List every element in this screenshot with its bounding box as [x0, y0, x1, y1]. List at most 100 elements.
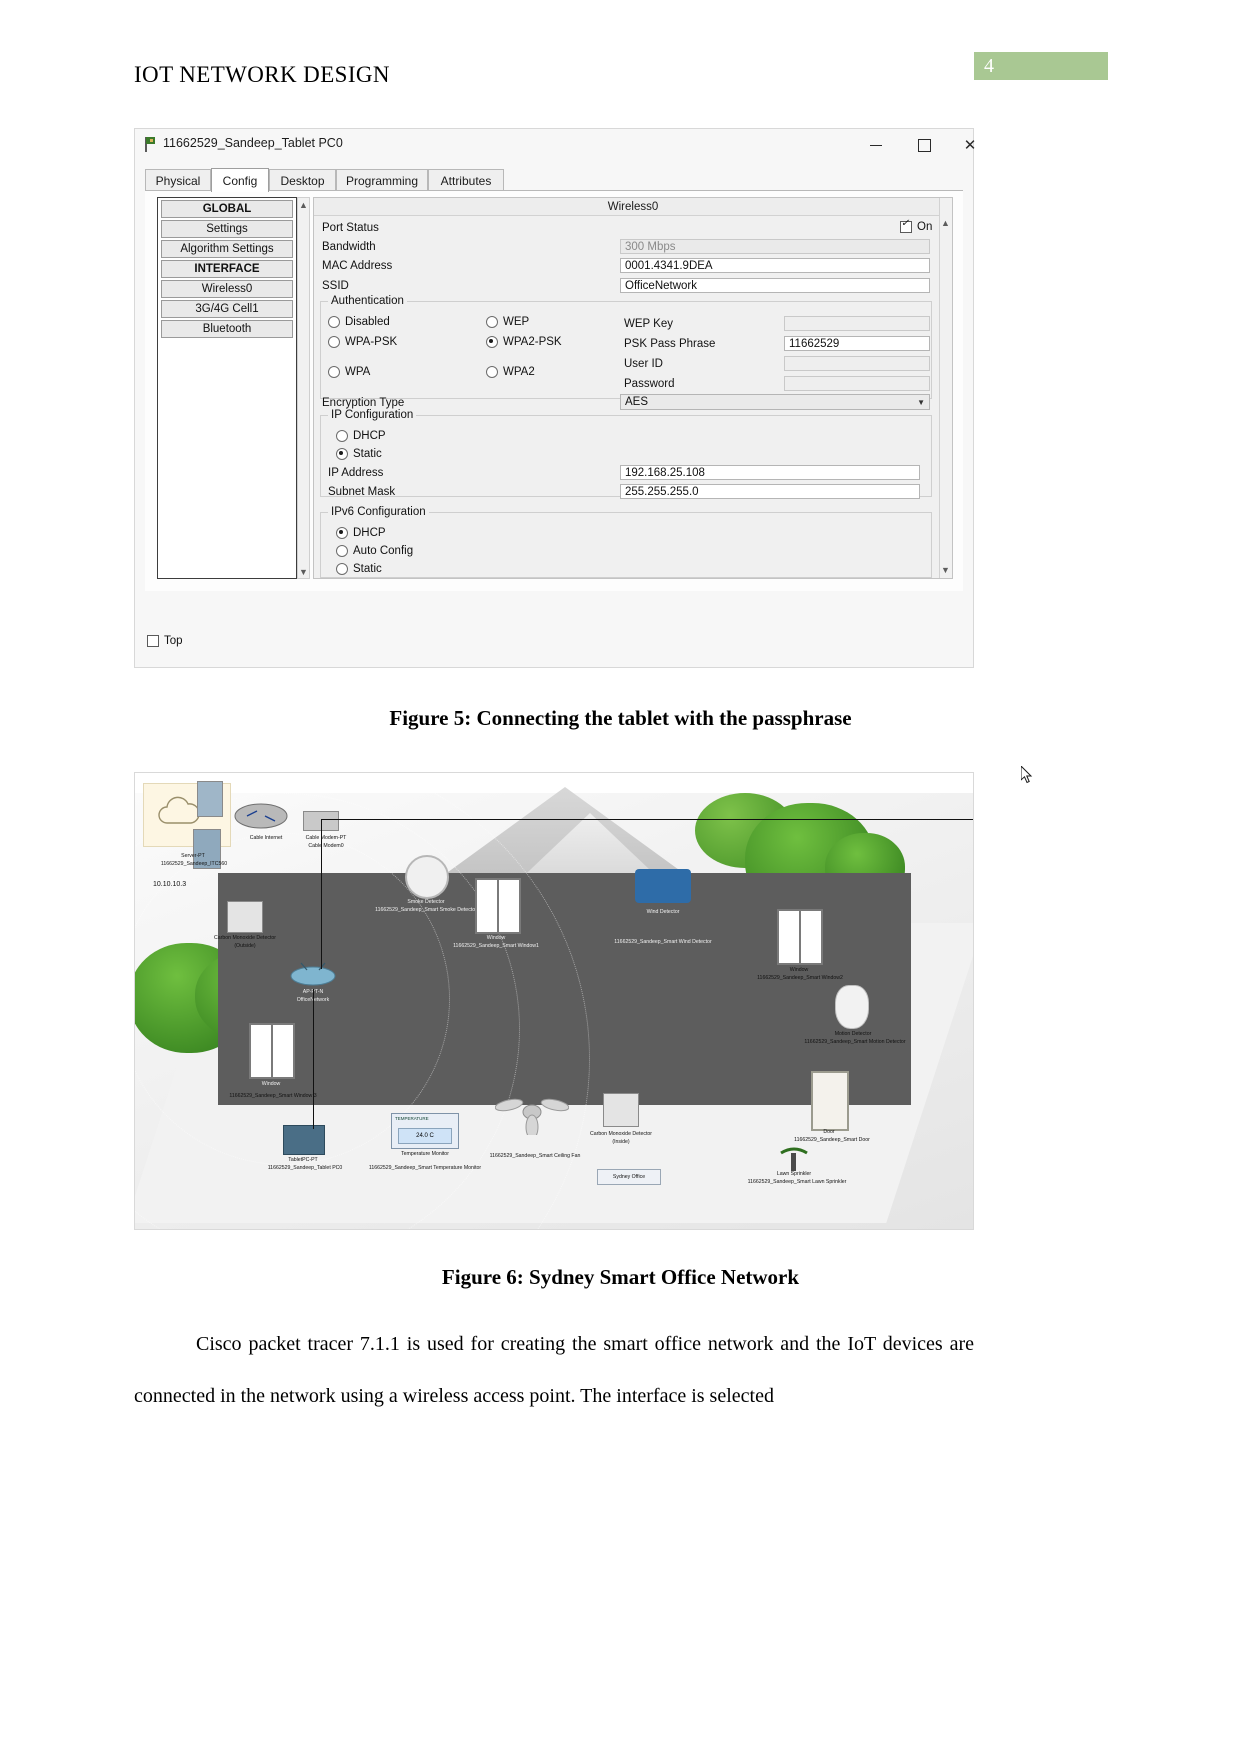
user-id-field: [784, 356, 930, 371]
ip-radio-static-label: Static: [353, 448, 382, 460]
encryption-type-select[interactable]: AES ▼: [620, 394, 930, 410]
label-window-1: Window: [486, 935, 506, 941]
body-paragraph-text: Cisco packet tracer 7.1.1 is used for cr…: [134, 1333, 974, 1407]
temperature-monitor-reading: 24.0 C: [398, 1128, 452, 1144]
chevron-down-icon[interactable]: ▼: [940, 564, 951, 576]
ip-address-label: IP Address: [328, 467, 384, 479]
ceiling-fan-icon: [495, 1098, 569, 1135]
tab-physical[interactable]: Physical: [145, 169, 211, 191]
page-title: IOT NETWORK DESIGN: [134, 62, 390, 87]
tab-config[interactable]: Config: [211, 168, 269, 192]
maximize-button[interactable]: [901, 129, 947, 161]
auth-radio-wpa2-label: WPA2: [503, 366, 535, 378]
auth-radio-wpa2-psk-label: WPA2-PSK: [503, 336, 562, 348]
sidebar-item-wireless0[interactable]: Wireless0: [161, 280, 293, 298]
sidebar-item-3g4g-cell1[interactable]: 3G/4G Cell1: [161, 300, 293, 318]
auth-radio-wpa2[interactable]: WPA2: [486, 366, 535, 378]
psk-pass-phrase-field[interactable]: 11662529: [784, 336, 930, 351]
ipv6-radio-auto-config[interactable]: Auto Config: [336, 545, 413, 557]
auth-radio-wpa[interactable]: WPA: [328, 366, 370, 378]
port-status-on-checkbox[interactable]: On: [900, 218, 932, 233]
wep-key-label: WEP Key: [624, 318, 673, 330]
label-wind-detector: Wind Detector: [646, 909, 680, 915]
router-cloud-icon: [234, 803, 288, 829]
label-temperature-monitor: Temperature Monitor: [401, 1151, 449, 1157]
wind-detector-icon: [635, 869, 691, 903]
sidebar-scrollbar[interactable]: ▲ ▼: [297, 197, 310, 579]
smart-door-icon: [811, 1071, 849, 1131]
window-titlebar: 11662529_Sandeep_Tablet PC0 ✕: [135, 129, 976, 161]
auth-radio-wep[interactable]: WEP: [486, 316, 529, 328]
chevron-up-icon[interactable]: ▲: [298, 199, 309, 211]
label-window-3: Window: [261, 1081, 281, 1087]
checkbox-box: [900, 218, 912, 233]
bandwidth-label: Bandwidth: [322, 241, 376, 253]
ipv6-radio-dhcp[interactable]: DHCP: [336, 527, 386, 539]
ip-configuration-group-label: IP Configuration: [328, 409, 417, 421]
ip-radio-dhcp-label: DHCP: [353, 430, 386, 442]
ip-address-field[interactable]: 192.168.25.108: [620, 465, 920, 480]
chevron-down-icon[interactable]: ▼: [298, 566, 309, 578]
label-tablet-pc: TabletPC-PT: [288, 1157, 318, 1163]
tab-desktop[interactable]: Desktop: [269, 169, 336, 191]
sidebar-item-settings[interactable]: Settings: [161, 220, 293, 238]
top-checkbox[interactable]: Top: [147, 635, 183, 647]
tab-bar: Physical Config Desktop Programming Attr…: [145, 168, 963, 192]
temperature-monitor-title: TEMPERATURE: [395, 1116, 429, 1121]
network-link-ap-tablet: [313, 989, 314, 1129]
label-door: Door: [823, 1129, 835, 1135]
network-link-vertical: [321, 819, 322, 969]
label-ceiling-fan: Fan: [524, 1139, 534, 1145]
top-checkbox-label: Top: [164, 635, 183, 647]
mac-address-field[interactable]: 0001.4341.9DEA: [620, 258, 930, 273]
subnet-mask-label: Subnet Mask: [328, 486, 396, 498]
password-label: Password: [624, 378, 675, 390]
cloud-icon: [158, 796, 200, 824]
tab-attributes[interactable]: Attributes: [428, 169, 504, 191]
encryption-type-value: AES: [625, 396, 649, 408]
mac-address-label: MAC Address: [322, 260, 393, 272]
carbon-monoxide-outside-icon: [227, 901, 263, 933]
chevron-up-icon[interactable]: ▲: [940, 217, 951, 229]
auth-radio-wpa-psk[interactable]: WPA-PSK: [328, 336, 397, 348]
panel-scrollbar[interactable]: ▲ ▼: [939, 198, 952, 578]
ssid-field[interactable]: OfficeNetwork: [620, 278, 930, 293]
label-tablet-pc-id: 11662529_Sandeep_Tablet PC0: [267, 1165, 343, 1171]
label-co-inside: Carbon Monoxide Detector: [590, 1131, 652, 1137]
bandwidth-field: 300 Mbps: [620, 239, 930, 254]
window-title: 11662529_Sandeep_Tablet PC0: [163, 136, 343, 150]
figure-5-caption: Figure 5: Connecting the tablet with the…: [389, 706, 852, 730]
label-window-2-id: 11662529_Sandeep_Smart Window2: [757, 975, 843, 981]
motion-detector-icon: [835, 985, 869, 1029]
label-window-3-id: 11662529_Sandeep_Smart Window 3: [229, 1093, 317, 1099]
subnet-mask-field[interactable]: 255.255.255.0: [620, 484, 920, 499]
auth-radio-wpa2-psk[interactable]: WPA2-PSK: [486, 336, 562, 348]
password-field: [784, 376, 930, 391]
encryption-type-label: Encryption Type: [322, 397, 405, 409]
minimize-button[interactable]: [853, 129, 899, 161]
ip-radio-static[interactable]: Static: [336, 448, 382, 460]
ipv6-radio-dhcp-label: DHCP: [353, 527, 386, 539]
sidebar-item-algorithm-settings[interactable]: Algorithm Settings: [161, 240, 293, 258]
sidebar-item-interface[interactable]: INTERFACE: [161, 260, 293, 278]
window-1-icon: [475, 878, 521, 934]
ipv6-radio-auto-config-label: Auto Config: [353, 545, 414, 557]
ipv6-radio-static-label: Static: [353, 563, 382, 575]
packet-tracer-window: 11662529_Sandeep_Tablet PC0 ✕ Physical C…: [134, 128, 1033, 784]
auth-radio-disabled[interactable]: Disabled: [328, 316, 390, 328]
label-lawn-sprinkler: Lawn Sprinkler: [776, 1171, 812, 1177]
config-body: GLOBAL Settings Algorithm Settings INTER…: [145, 191, 1033, 784]
smoke-detector-icon: [405, 855, 449, 899]
ip-radio-dhcp[interactable]: DHCP: [336, 430, 386, 442]
sidebar-item-global[interactable]: GLOBAL: [161, 200, 293, 218]
figure-6-network-topology: Cable Internet Cable Modem-PT Cable Mode…: [134, 772, 974, 1230]
body-paragraph: Cisco packet tracer 7.1.1 is used for cr…: [134, 1318, 974, 1422]
label-motion-detector-id: 11662529_Sandeep_Smart Motion Detector: [804, 1039, 906, 1045]
ipv6-radio-static[interactable]: Static: [336, 563, 382, 575]
tab-programming[interactable]: Programming: [336, 169, 428, 191]
sydney-office-tag: Sydney Office: [597, 1169, 661, 1185]
packet-tracer-flag-icon: [143, 137, 157, 152]
close-icon[interactable]: ✕: [947, 129, 993, 161]
sidebar-item-bluetooth[interactable]: Bluetooth: [161, 320, 293, 338]
auth-radio-wpa-psk-label: WPA-PSK: [345, 336, 398, 348]
